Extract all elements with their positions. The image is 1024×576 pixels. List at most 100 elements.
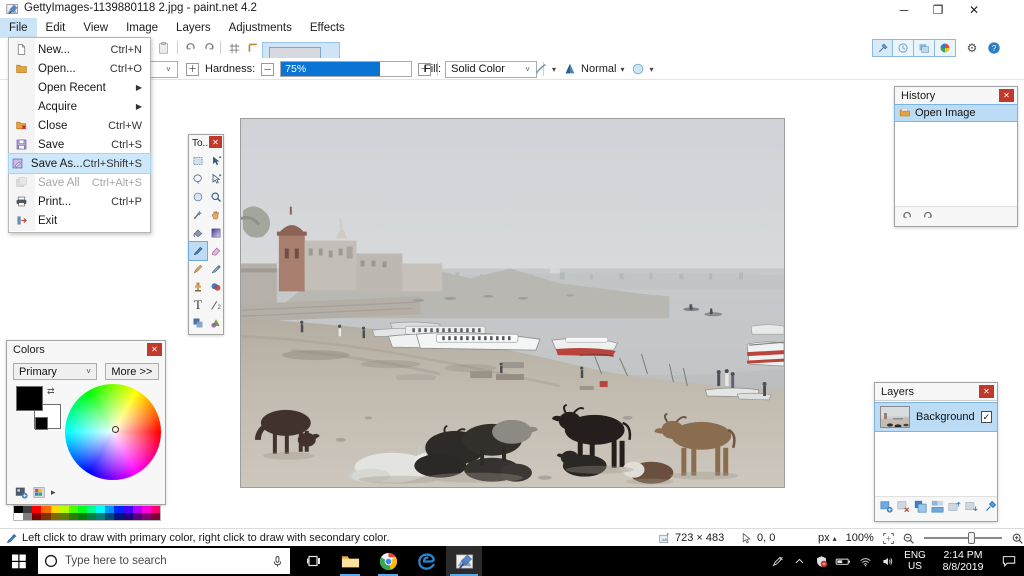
tools-toggle-button[interactable] xyxy=(872,39,893,57)
history-palette-close-button[interactable]: ✕ xyxy=(999,89,1014,102)
add-palette-icon[interactable] xyxy=(15,486,28,499)
taskbar-search-box[interactable]: Type here to search xyxy=(38,548,290,574)
tools-palette-close-button[interactable]: ✕ xyxy=(209,136,222,148)
layer-row-background[interactable]: Background ✓ xyxy=(875,403,997,431)
palette-dropdown-icon[interactable]: ▸ xyxy=(51,487,56,498)
menu-item-save-as[interactable]: Save As... Ctrl+Shift+S xyxy=(9,154,150,173)
menu-edit[interactable]: Edit xyxy=(37,18,75,38)
merge-layer-down-icon[interactable] xyxy=(931,500,944,513)
menu-item-print[interactable]: Print... Ctrl+P xyxy=(9,192,150,211)
move-layer-down-icon[interactable] xyxy=(965,500,978,513)
colors-toggle-button[interactable] xyxy=(935,39,956,57)
primary-color-swatch[interactable] xyxy=(16,386,43,411)
menu-view[interactable]: View xyxy=(74,18,117,38)
antialiasing-caret-icon[interactable]: ▾ xyxy=(552,65,556,74)
alpha-blending-icon[interactable] xyxy=(631,62,645,76)
ellipse-select-tool-icon[interactable] xyxy=(189,188,207,206)
redo-icon[interactable] xyxy=(921,210,934,223)
zoom-slider-thumb[interactable] xyxy=(968,532,975,544)
delete-layer-icon[interactable] xyxy=(897,500,910,513)
line-curve-tool-icon[interactable]: 2 xyxy=(207,296,225,314)
palette-icon[interactable] xyxy=(33,486,46,499)
rectangle-select-tool-icon[interactable] xyxy=(189,152,207,170)
move-layer-up-icon[interactable] xyxy=(948,500,961,513)
rulers-icon[interactable] xyxy=(245,40,261,56)
unit-caret-icon[interactable]: ▴ xyxy=(833,534,837,543)
microsoft-edge-taskbar-icon[interactable] xyxy=(408,546,444,576)
menu-item-exit[interactable]: Exit xyxy=(9,211,150,230)
layer-visibility-checkbox[interactable]: ✓ xyxy=(981,411,992,423)
hardness-slider[interactable]: 75% xyxy=(280,61,412,77)
redo-icon[interactable] xyxy=(201,40,217,56)
task-view-icon[interactable] xyxy=(296,546,332,576)
layers-palette-title-bar[interactable]: Layers ✕ xyxy=(875,383,997,400)
paint-bucket-tool-icon[interactable] xyxy=(189,224,207,242)
tools-palette-title-bar[interactable]: To... ✕ xyxy=(189,135,223,151)
menu-file[interactable]: File xyxy=(0,18,37,38)
unit-value[interactable]: px xyxy=(818,532,830,544)
shapes-tool-icon[interactable] xyxy=(189,314,207,332)
history-toggle-button[interactable] xyxy=(893,39,914,57)
minimize-button[interactable]: ─ xyxy=(887,0,921,19)
file-explorer-taskbar-icon[interactable] xyxy=(332,546,368,576)
clone-stamp-tool-icon[interactable] xyxy=(189,278,207,296)
gradient-tool-icon[interactable] xyxy=(207,224,225,242)
layer-properties-icon[interactable] xyxy=(984,500,997,513)
magic-wand-tool-icon[interactable] xyxy=(189,206,207,224)
menu-adjustments[interactable]: Adjustments xyxy=(220,18,301,38)
grid-icon[interactable] xyxy=(226,40,242,56)
history-list[interactable]: Open Image xyxy=(895,104,1017,206)
undo-icon[interactable] xyxy=(901,210,914,223)
blend-mode-caret-icon[interactable]: ▾ xyxy=(620,65,624,74)
pencil-tool-icon[interactable] xyxy=(189,260,207,278)
show-hidden-icons-icon[interactable] xyxy=(788,546,810,576)
microphone-icon[interactable] xyxy=(271,555,284,568)
windows-ink-icon[interactable]: R xyxy=(766,546,788,576)
menu-image[interactable]: Image xyxy=(117,18,167,38)
close-button[interactable]: ✕ xyxy=(957,0,991,19)
clock[interactable]: 2:14 PM 8/8/2019 xyxy=(932,549,994,573)
fit-to-window-icon[interactable] xyxy=(882,532,895,545)
text-tool-icon[interactable]: T xyxy=(189,296,207,314)
color-wheel-cursor[interactable] xyxy=(112,426,119,433)
menu-item-new[interactable]: New... Ctrl+N xyxy=(9,40,150,59)
layers-toggle-button[interactable] xyxy=(914,39,935,57)
pan-tool-icon[interactable] xyxy=(207,206,225,224)
menu-item-acquire[interactable]: Acquire ▶ xyxy=(9,97,150,116)
menu-item-open[interactable]: Open... Ctrl+O xyxy=(9,59,150,78)
hardness-decrease-button[interactable]: ─ xyxy=(261,63,274,76)
battery-icon[interactable] xyxy=(832,546,854,576)
image-canvas[interactable] xyxy=(240,118,785,488)
menu-item-close[interactable]: Close Ctrl+W xyxy=(9,116,150,135)
speaker-icon[interactable] xyxy=(876,546,898,576)
maximize-button[interactable]: ❐ xyxy=(921,0,955,19)
menu-layers[interactable]: Layers xyxy=(167,18,220,38)
alpha-blending-caret-icon[interactable]: ▾ xyxy=(649,65,653,74)
menu-item-save[interactable]: Save Ctrl+S xyxy=(9,135,150,154)
zoom-tool-icon[interactable] xyxy=(207,188,225,206)
layers-list[interactable]: Background ✓ xyxy=(875,400,997,496)
color-mode-combo[interactable]: Primary ˅ xyxy=(13,363,97,380)
undo-icon[interactable] xyxy=(183,40,199,56)
action-center-icon[interactable] xyxy=(994,546,1024,576)
recolor-tool-icon[interactable] xyxy=(207,278,225,296)
hardness-increase-button[interactable]: ＋ xyxy=(186,63,199,76)
shapes-extra-tool-icon[interactable] xyxy=(207,314,225,332)
eraser-tool-icon[interactable] xyxy=(207,242,225,260)
zoom-out-icon[interactable] xyxy=(902,532,915,545)
layers-palette-close-button[interactable]: ✕ xyxy=(979,385,994,398)
more-colors-button[interactable]: More >> xyxy=(105,363,159,380)
windows-security-icon[interactable] xyxy=(810,546,832,576)
blend-mode-icon[interactable] xyxy=(563,62,577,76)
duplicate-layer-icon[interactable] xyxy=(914,500,927,513)
antialiasing-icon[interactable] xyxy=(534,62,548,76)
language-indicator[interactable]: ENG US xyxy=(898,550,932,572)
zoom-slider[interactable] xyxy=(924,537,1002,539)
google-chrome-taskbar-icon[interactable] xyxy=(370,546,406,576)
start-button[interactable] xyxy=(0,546,38,576)
history-palette-title-bar[interactable]: History ✕ xyxy=(895,87,1017,104)
menu-item-open-recent[interactable]: Open Recent ▶ xyxy=(9,78,150,97)
paint-net-taskbar-icon[interactable] xyxy=(446,546,482,576)
colors-palette-title-bar[interactable]: Colors ✕ xyxy=(7,341,165,358)
zoom-in-icon[interactable] xyxy=(1011,532,1024,545)
